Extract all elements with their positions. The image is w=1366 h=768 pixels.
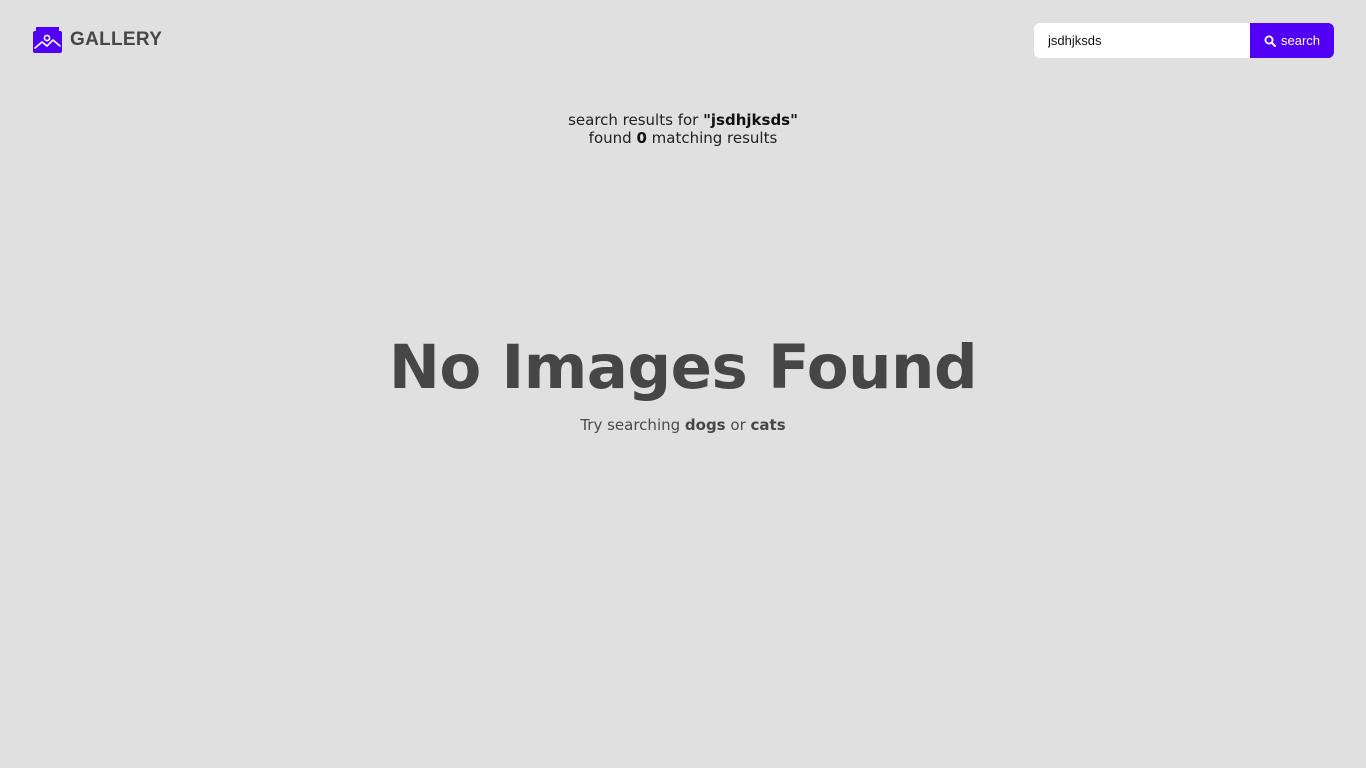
suggestion-dogs: dogs (684, 416, 726, 434)
results-count-line: found 0 matching results (0, 129, 1366, 147)
search-icon (1264, 35, 1276, 47)
logo-text: GALLERY (70, 29, 163, 50)
gallery-logo[interactable]: GALLERY (32, 26, 162, 54)
search-form: search (1034, 23, 1334, 58)
gallery-image-icon (33, 27, 62, 53)
results-found-prefix: found (588, 129, 637, 147)
results-query: "jsdhjksds" (703, 111, 798, 129)
empty-state-title: No Images Found (388, 332, 978, 403)
results-count: 0 (636, 129, 647, 147)
empty-state-hint: Try searching dogs or cats (0, 416, 1366, 434)
hint-middle: or (725, 416, 751, 434)
top-header: GALLERY search (0, 0, 1366, 80)
hint-prefix: Try searching (580, 416, 685, 434)
suggestion-cats: cats (750, 416, 786, 434)
empty-state: No Images Found Try searching dogs or ca… (0, 330, 1366, 434)
search-button-label: search (1280, 33, 1321, 48)
search-input[interactable] (1034, 23, 1250, 58)
search-results-summary: search results for "jsdhjksds" found 0 m… (0, 111, 1366, 147)
results-found-suffix: matching results (646, 129, 778, 147)
search-button[interactable]: search (1250, 23, 1334, 58)
results-prefix: search results for (568, 111, 704, 129)
results-query-line: search results for "jsdhjksds" (0, 111, 1366, 129)
